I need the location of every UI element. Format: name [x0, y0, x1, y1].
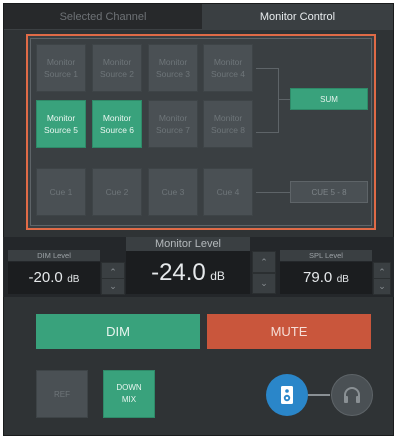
monitor-source-2-button[interactable]: Monitor Source 2 [92, 44, 142, 92]
spl-level-label: SPL Level [280, 250, 372, 261]
downmix-line1: DOWN [116, 383, 142, 392]
source-1-line1: Monitor [46, 57, 76, 67]
cue-5-8-button[interactable]: CUE 5 - 8 [290, 181, 368, 203]
speaker-icon [281, 386, 293, 404]
source-5-line1: Monitor [46, 113, 76, 123]
dim-button[interactable]: DIM [36, 314, 200, 349]
cue-4-button[interactable]: Cue 4 [203, 168, 253, 216]
tab-monitor-control[interactable]: Monitor Control [202, 4, 393, 30]
connector-line [278, 68, 279, 133]
monitor-level-unit: dB [210, 269, 225, 283]
monitor-source-6-button[interactable]: Monitor Source 6 [92, 100, 142, 148]
spl-level-value: 79.0 [303, 269, 333, 286]
cue-1-button[interactable]: Cue 1 [36, 168, 86, 216]
connector-line [256, 68, 278, 69]
chevron-up-icon: ⌃ [260, 256, 268, 267]
chevron-down-icon: ⌄ [260, 278, 268, 288]
chevron-up-icon: ⌃ [109, 267, 117, 277]
downmix-line2: MIX [121, 395, 137, 404]
source-7-line1: Monitor [158, 113, 188, 123]
chevron-down-icon: ⌄ [109, 281, 117, 291]
connector-line [256, 192, 292, 193]
headphones-icon [344, 387, 360, 403]
chevron-up-icon: ⌃ [378, 267, 386, 277]
source-5-line2: Source 5 [43, 125, 79, 135]
source-2-line2: Source 2 [99, 69, 135, 79]
monitor-source-4-button[interactable]: Monitor Source 4 [203, 44, 253, 92]
source-6-line2: Source 6 [99, 125, 135, 135]
monitor-source-1-button[interactable]: Monitor Source 1 [36, 44, 86, 92]
tab-bar: Selected Channel Monitor Control [4, 4, 393, 30]
mute-button[interactable]: MUTE [207, 314, 371, 349]
source-6-line1: Monitor [102, 113, 132, 123]
source-2-line1: Monitor [102, 57, 132, 67]
source-4-line1: Monitor [213, 57, 243, 67]
monitor-level-value: -24.0 [151, 259, 206, 286]
dim-level-label: DIM Level [8, 250, 100, 261]
speaker-output-button[interactable] [266, 374, 308, 416]
source-4-line2: Source 4 [210, 69, 246, 79]
tab-selected-channel[interactable]: Selected Channel [4, 4, 202, 30]
spl-level-display: 79.0 dB [280, 262, 372, 294]
source-8-line1: Monitor [213, 113, 243, 123]
cue-3-button[interactable]: Cue 3 [148, 168, 198, 216]
monitor-source-3-button[interactable]: Monitor Source 3 [148, 44, 198, 92]
chevron-down-icon: ⌄ [378, 281, 386, 291]
monitor-source-8-button[interactable]: Monitor Source 8 [203, 100, 253, 148]
cue-2-button[interactable]: Cue 2 [92, 168, 142, 216]
connector-line [256, 132, 278, 133]
source-1-line2: Source 1 [43, 69, 79, 79]
monitor-level-label: Monitor Level [126, 237, 250, 251]
ref-button[interactable]: REF [36, 370, 88, 418]
spl-level-down-button[interactable]: ⌄ [373, 278, 391, 295]
dim-level-value: -20.0 [28, 269, 63, 286]
source-3-line1: Monitor [158, 57, 188, 67]
source-7-line2: Source 7 [155, 125, 191, 135]
dim-level-down-button[interactable]: ⌄ [101, 278, 125, 295]
dim-level-display: -20.0 dB [8, 262, 100, 294]
sum-button[interactable]: SUM [290, 88, 368, 110]
spl-level-unit: dB [336, 274, 349, 285]
source-3-line2: Source 3 [155, 69, 191, 79]
monitor-source-7-button[interactable]: Monitor Source 7 [148, 100, 198, 148]
monitor-level-up-button[interactable]: ⌃ [252, 251, 276, 273]
monitor-level-display: -24.0 dB [126, 251, 250, 294]
downmix-button[interactable]: DOWN MIX [103, 370, 155, 418]
monitor-level-down-button[interactable]: ⌄ [252, 273, 276, 294]
headphone-output-button[interactable] [331, 374, 373, 416]
source-8-line2: Source 8 [210, 125, 246, 135]
output-connector-line [308, 394, 330, 396]
dim-level-unit: dB [67, 274, 80, 285]
monitor-source-5-button[interactable]: Monitor Source 5 [36, 100, 86, 148]
